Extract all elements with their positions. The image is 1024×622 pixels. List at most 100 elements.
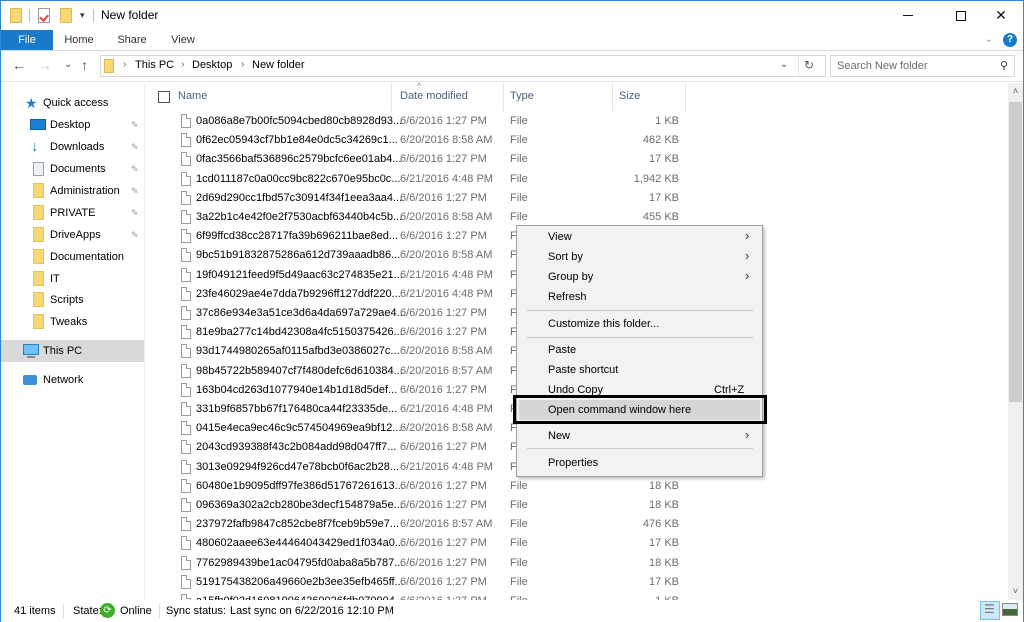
up-button[interactable]: ↑ bbox=[81, 57, 88, 73]
tab-share[interactable]: Share bbox=[109, 30, 155, 50]
nav-item-scripts[interactable]: Scripts bbox=[1, 289, 144, 311]
menu-item-label: Refresh bbox=[548, 291, 587, 303]
recent-locations-button[interactable]: ⌄ bbox=[64, 59, 72, 70]
file-row[interactable]: 7762989439be1ac04795fd0aba8a5b787... 6/6/… bbox=[146, 554, 1008, 573]
toolbar-divider bbox=[29, 9, 30, 22]
file-row[interactable]: 0f62ec05943cf7bb1e84e0dc5c34269c1... 6/20… bbox=[146, 131, 1008, 150]
file-row[interactable]: 480602aaee63e44464043429ed1f034a0... 6/6/… bbox=[146, 534, 1008, 553]
file-icon bbox=[181, 267, 191, 282]
vertical-scrollbar[interactable]: ˄ ˅ bbox=[1008, 83, 1023, 600]
nav-item-label: DriveApps bbox=[50, 229, 101, 241]
large-icons-view-button[interactable] bbox=[1002, 603, 1018, 616]
menu-item-paste[interactable]: Paste bbox=[519, 340, 760, 360]
address-bar[interactable]: › This PC › Desktop › New folder ⌄ ↻ bbox=[100, 55, 826, 77]
file-icon bbox=[181, 555, 191, 570]
nav-item-network[interactable]: Network bbox=[1, 369, 144, 391]
column-header-name[interactable]: Name bbox=[178, 90, 207, 102]
file-row[interactable]: 096369a302a2cb280be3decf154879a5e... 6/6/… bbox=[146, 496, 1008, 515]
new-folder-icon[interactable] bbox=[60, 8, 72, 23]
menu-item-customize-folder[interactable]: Customize this folder... bbox=[519, 314, 760, 334]
back-button[interactable]: ← bbox=[12, 57, 26, 73]
scroll-down-button[interactable]: ˅ bbox=[1008, 583, 1023, 600]
nav-item-private[interactable]: PRIVATE ✎ bbox=[1, 202, 144, 224]
tab-file[interactable]: File bbox=[1, 30, 53, 50]
search-icon[interactable]: ⚲ bbox=[1000, 59, 1008, 72]
column-divider[interactable] bbox=[391, 83, 392, 111]
file-icon bbox=[181, 171, 191, 186]
file-icon bbox=[181, 152, 191, 167]
nav-item-driveapps[interactable]: DriveApps ✎ bbox=[1, 224, 144, 246]
nav-item-desktop[interactable]: Desktop ✎ bbox=[1, 114, 144, 136]
close-button[interactable]: ✕ bbox=[978, 1, 1024, 30]
menu-separator bbox=[527, 448, 753, 449]
menu-item-refresh[interactable]: Refresh bbox=[519, 287, 760, 307]
file-icon bbox=[181, 210, 191, 224]
properties-icon[interactable] bbox=[38, 8, 50, 23]
menu-item-view[interactable]: View › bbox=[519, 227, 760, 247]
file-icon bbox=[181, 190, 191, 205]
scroll-up-button[interactable]: ˄ bbox=[1008, 83, 1023, 100]
column-header-size[interactable]: Size bbox=[619, 90, 640, 102]
file-name: 0f62ec05943cf7bb1e84e0dc5c34269c1... bbox=[196, 134, 398, 147]
file-row[interactable]: 519175438206a49660e2b3ee35efb465ff... 6/6… bbox=[146, 573, 1008, 592]
documents-icon bbox=[33, 162, 44, 176]
column-divider[interactable] bbox=[503, 83, 504, 111]
refresh-icon[interactable]: ↻ bbox=[804, 58, 814, 72]
menu-item-paste-shortcut[interactable]: Paste shortcut bbox=[519, 360, 760, 380]
file-icon bbox=[181, 440, 191, 455]
file-icon bbox=[181, 286, 191, 301]
nav-item-label: Administration bbox=[50, 185, 120, 197]
nav-item-documentation[interactable]: Documentation bbox=[1, 246, 144, 268]
quick-access-star-icon: ★ bbox=[25, 95, 38, 111]
breadcrumb-this-pc[interactable]: This PC bbox=[135, 59, 174, 71]
column-header-date[interactable]: Date modified bbox=[400, 90, 468, 102]
nav-item-tweaks[interactable]: Tweaks bbox=[1, 311, 144, 333]
nav-item-administration[interactable]: Administration ✎ bbox=[1, 180, 144, 202]
file-date-modified: 6/21/2016 4:48 PM bbox=[400, 403, 493, 415]
breadcrumb-new-folder[interactable]: New folder bbox=[252, 59, 305, 71]
breadcrumb-desktop[interactable]: Desktop bbox=[192, 59, 232, 71]
close-icon: ✕ bbox=[995, 7, 1007, 23]
column-divider[interactable] bbox=[685, 83, 686, 111]
menu-item-sort-by[interactable]: Sort by › bbox=[519, 247, 760, 267]
file-row[interactable]: 1cd011187c0a00cc9bc822c670e95bc0c... 6/21… bbox=[146, 170, 1008, 189]
forward-button[interactable]: → bbox=[38, 57, 52, 73]
sync-online-icon: ⟳ bbox=[100, 603, 115, 618]
search-input[interactable]: Search New folder ⚲ bbox=[830, 55, 1015, 77]
breadcrumb-separator[interactable]: › bbox=[123, 59, 126, 70]
file-row[interactable]: 0a086a8e7b00fc5094cbed80cb8928d93... 6/6/… bbox=[146, 112, 1008, 131]
tab-view[interactable]: View bbox=[163, 30, 203, 50]
nav-item-downloads[interactable]: ↓ Downloads ✎ bbox=[1, 136, 144, 158]
select-all-checkbox[interactable] bbox=[158, 91, 170, 103]
file-icon bbox=[181, 344, 191, 359]
breadcrumb-separator[interactable]: › bbox=[181, 59, 184, 70]
file-row[interactable]: a15fb0f02d160819064260026fdb0709046/6/20… bbox=[146, 592, 1008, 600]
file-row[interactable]: 237972fafb9847c852cbe8f7fceb9b59e7... 6/2… bbox=[146, 515, 1008, 534]
address-dropdown-icon[interactable]: ⌄ bbox=[780, 59, 788, 70]
nav-item-it[interactable]: IT bbox=[1, 268, 144, 290]
file-size: 17 KB bbox=[649, 537, 679, 550]
file-size: 18 KB bbox=[649, 556, 679, 569]
file-name: 23fe46029ae4e7dda7b9296ff127ddf220... bbox=[196, 287, 401, 300]
scroll-thumb[interactable] bbox=[1009, 102, 1022, 402]
nav-item-documents[interactable]: Documents ✎ bbox=[1, 158, 144, 180]
column-header-type[interactable]: Type bbox=[510, 90, 534, 102]
file-row[interactable]: 60480e1b9095dff97fe386d51767261613... 6/6… bbox=[146, 477, 1008, 496]
nav-item-quick-access[interactable]: ★ Quick access bbox=[1, 92, 144, 114]
minimize-button[interactable] bbox=[885, 1, 931, 30]
breadcrumb-separator[interactable]: › bbox=[241, 59, 244, 70]
file-row[interactable]: 2d69d290cc1fbd57c30914f34f1eea3aa4... 6/6… bbox=[146, 189, 1008, 208]
tab-home[interactable]: Home bbox=[57, 30, 101, 50]
menu-item-group-by[interactable]: Group by › bbox=[519, 267, 760, 287]
menu-item-new[interactable]: New › bbox=[519, 426, 760, 446]
nav-item-this-pc[interactable]: This PC bbox=[1, 340, 144, 362]
file-type: File bbox=[510, 153, 528, 166]
details-view-button[interactable] bbox=[980, 601, 1000, 620]
column-divider[interactable] bbox=[612, 83, 613, 111]
help-icon[interactable]: ? bbox=[1003, 33, 1017, 47]
file-row[interactable]: 0fac3566baf536896c2579bcfc6ee01ab4... 6/6… bbox=[146, 150, 1008, 169]
customize-toolbar-dropdown-icon[interactable]: ▾ bbox=[80, 10, 85, 21]
expand-ribbon-icon[interactable]: ⌄ bbox=[985, 34, 993, 45]
menu-item-properties[interactable]: Properties bbox=[519, 453, 760, 473]
file-date-modified: 6/6/2016 1:27 PM bbox=[400, 230, 487, 243]
